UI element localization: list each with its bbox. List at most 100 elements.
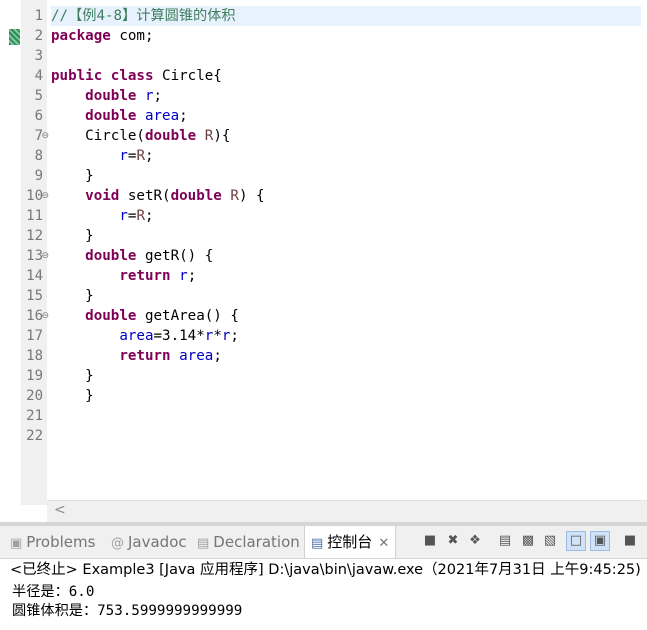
fold-toggle-icon[interactable]: ⊖ — [41, 251, 49, 261]
code-line[interactable]: area=3.14*r*r; — [51, 326, 239, 346]
code-token: ){ — [213, 128, 231, 144]
code-token: ) { — [238, 188, 265, 204]
console-icon: ▤ — [311, 536, 324, 551]
line-number: 21 — [26, 408, 43, 424]
code-token: r — [144, 88, 154, 104]
code-token: ; — [230, 328, 239, 344]
code-token: } — [51, 168, 94, 184]
horizontal-scrollbar[interactable]: < — [47, 500, 647, 523]
line-number: 11 — [26, 208, 43, 224]
console-output-panel[interactable]: <已终止> Example3 [Java 应用程序] D:\java\bin\j… — [0, 559, 647, 630]
code-line[interactable]: //【例4-8】计算圆锥的体积 — [51, 6, 641, 26]
code-editor[interactable]: 1 2 3 4 5 6 7 ⊖ 8 9 10 ⊖ 11 12 13 ⊖ 14 15 16 ⊖ 17 18 19 20 21 22 … — [0, 0, 647, 523]
line-number: 20 — [26, 388, 43, 404]
code-token: r — [179, 268, 188, 284]
code-token: public — [51, 68, 103, 84]
line-number: 1 — [34, 8, 43, 24]
code-line[interactable]: package com; — [51, 26, 154, 46]
declaration-icon: ▤ — [197, 536, 210, 551]
code-token: getR() { — [136, 248, 214, 264]
code-line[interactable]: } — [51, 226, 94, 246]
problems-icon: ▣ — [10, 536, 23, 551]
code-line[interactable]: double getR() { — [51, 246, 213, 266]
code-token: ; — [179, 108, 188, 124]
code-line[interactable]: } — [51, 386, 94, 406]
chevron-left-icon[interactable]: < — [54, 502, 66, 518]
code-token: } — [51, 388, 94, 404]
code-token: r — [119, 148, 128, 164]
code-token: getArea() { — [136, 308, 239, 324]
code-token: ; — [144, 208, 154, 224]
code-line[interactable]: } — [51, 166, 94, 186]
code-area[interactable]: //【例4-8】计算圆锥的体积 package com; public class … — [51, 0, 641, 505]
code-line[interactable]: r=R; — [51, 206, 154, 226]
code-token: double — [85, 308, 137, 324]
code-line[interactable]: r=R; — [51, 146, 154, 166]
line-number: 5 — [34, 88, 43, 104]
tab-problems[interactable]: ▣ Problems — [10, 526, 95, 558]
code-token: * — [213, 328, 222, 344]
code-line[interactable]: void setR(double R) { — [51, 186, 265, 206]
code-line[interactable]: double r; — [51, 86, 162, 106]
overview-ruler — [0, 0, 21, 522]
code-line[interactable]: double getArea() { — [51, 306, 239, 326]
console-line: 圆锥体积是：753.5999999999999 — [12, 603, 243, 619]
pin-console-icon[interactable]: □ — [566, 531, 586, 551]
remove-launch-icon[interactable]: ✖ — [444, 532, 462, 550]
remove-all-terminated-icon[interactable]: ❖ — [466, 532, 484, 550]
tab-javadoc[interactable]: @ Javadoc — [111, 526, 187, 558]
code-line[interactable]: } — [51, 286, 94, 306]
code-token: double — [85, 88, 137, 104]
close-icon[interactable]: ✕ — [378, 536, 389, 551]
tab-console[interactable]: ▤ 控制台 ✕ — [304, 526, 397, 558]
code-token: double — [144, 128, 197, 144]
scroll-lock-icon[interactable]: ▤ — [496, 532, 514, 550]
code-line[interactable]: public class Circle{ — [51, 66, 222, 86]
code-token: ; — [144, 148, 154, 164]
code-line[interactable]: } — [51, 366, 94, 386]
console-header: <已终止> Example3 [Java 应用程序] D:\java\bin\j… — [10, 562, 641, 578]
code-token: Circle{ — [153, 68, 222, 84]
change-marker — [9, 29, 20, 45]
code-token: } — [51, 228, 94, 244]
fold-toggle-icon[interactable]: ⊖ — [41, 131, 49, 141]
code-line[interactable]: double area; — [51, 106, 188, 126]
line-number: 6 — [34, 108, 43, 124]
fold-toggle-icon[interactable]: ⊖ — [41, 191, 49, 201]
code-token: R — [230, 188, 239, 204]
code-token: setR( — [119, 188, 171, 204]
show-console-output-icon[interactable]: ▩ — [519, 532, 537, 550]
code-line[interactable]: return r; — [51, 266, 196, 286]
word-wrap-icon[interactable]: ▧ — [541, 532, 559, 550]
open-console-icon[interactable]: ■ — [621, 532, 639, 550]
code-line[interactable]: return area; — [51, 346, 222, 366]
line-number: 8 — [34, 148, 43, 164]
display-selected-console-icon[interactable]: ▣ — [590, 531, 610, 551]
code-token: double — [85, 108, 137, 124]
line-number: 14 — [26, 268, 43, 284]
tab-declaration[interactable]: ▤ Declaration — [197, 526, 300, 558]
code-token: Circle( — [51, 128, 145, 144]
code-token: area — [179, 348, 214, 364]
line-number: 2 — [34, 28, 43, 44]
code-token: ; — [213, 348, 222, 364]
line-number: 17 — [26, 328, 43, 344]
line-number: 3 — [34, 48, 43, 64]
line-number: 9 — [34, 168, 43, 184]
code-token: R — [136, 208, 145, 224]
fold-toggle-icon[interactable]: ⊖ — [41, 311, 49, 321]
code-token: double — [170, 188, 222, 204]
line-number: 4 — [34, 68, 43, 84]
line-number: 15 — [26, 288, 43, 304]
code-line[interactable]: Circle(double R){ — [51, 126, 230, 146]
code-token: } — [51, 288, 94, 304]
stop-icon[interactable]: ■ — [421, 532, 439, 550]
code-token: area — [119, 328, 154, 344]
